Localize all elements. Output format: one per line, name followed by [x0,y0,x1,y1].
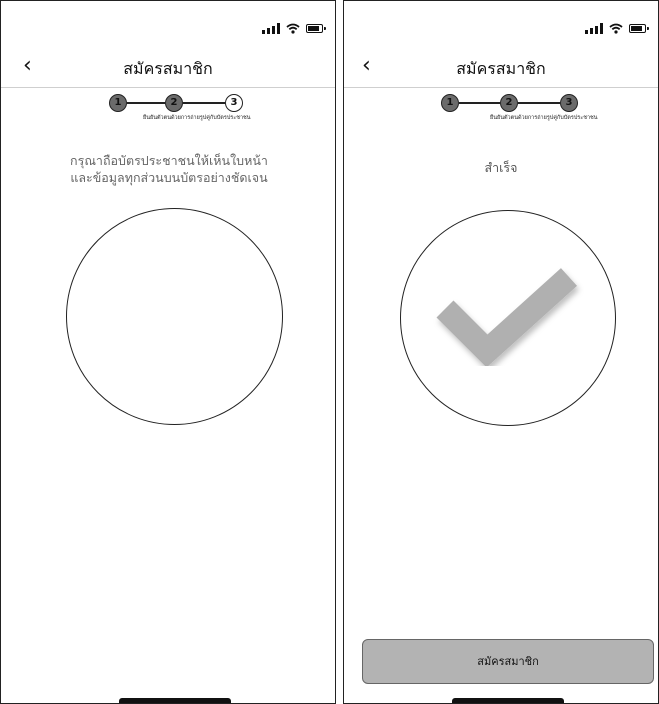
cellular-signal-icon [585,23,603,34]
page-title: สมัครสมาชิก [456,59,546,78]
navigation-bar: ‹ สมัครสมาชิก [1,49,335,88]
instruction-line-1: กรุณาถือบัตรประชาชนให้เห็นใบหน้า [70,153,268,168]
page-title: สมัครสมาชิก [123,59,213,78]
battery-icon [629,24,649,33]
step-label: ยืนยันตัวตนด้วยการถ่ายรูปคู่กับบัตรประชา… [490,115,598,121]
success-circle [400,210,616,426]
register-button[interactable]: สมัครสมาชิก [362,639,654,684]
navigation-bar: ‹ สมัครสมาชิก [344,49,658,88]
home-indicator [452,698,564,703]
wifi-icon [609,23,623,34]
status-bar [585,23,649,34]
step-1-indicator: 1 [441,94,459,112]
step-3-indicator: 3 [560,94,578,112]
checkmark-icon [436,268,578,368]
step-2-indicator: 2 [500,94,518,112]
instruction-text: กรุณาถือบัตรประชาชนให้เห็นใบหน้า และข้อม… [21,152,317,186]
step-2-indicator: 2 [165,94,183,112]
step-connector [127,102,165,104]
camera-capture-frame[interactable] [66,208,283,425]
cellular-signal-icon [262,23,280,34]
instruction-line-2: และข้อมูลทุกส่วนบนบัตรอย่างชัดเจน [70,170,268,185]
status-bar [262,23,326,34]
step-1-indicator: 1 [109,94,127,112]
step-connector [518,102,560,104]
step-label: ยืนยันตัวตนด้วยการถ่ายรูปคู่กับบัตรประชา… [143,115,251,121]
home-indicator [119,698,231,703]
step-connector [459,102,500,104]
phone-screen-success: ‹ สมัครสมาชิก 1 2 3 ยืนยันตัวตนด้วยการถ่… [343,0,659,704]
wifi-icon [286,23,300,34]
success-text: สำเร็จ [484,160,518,175]
step-connector [183,102,225,104]
phone-screen-step3-capture: ‹ สมัครสมาชิก 1 2 3 ยืนยันตัวตนด้วยการถ่… [0,0,336,704]
battery-icon [306,24,326,33]
step-3-indicator: 3 [225,94,243,112]
